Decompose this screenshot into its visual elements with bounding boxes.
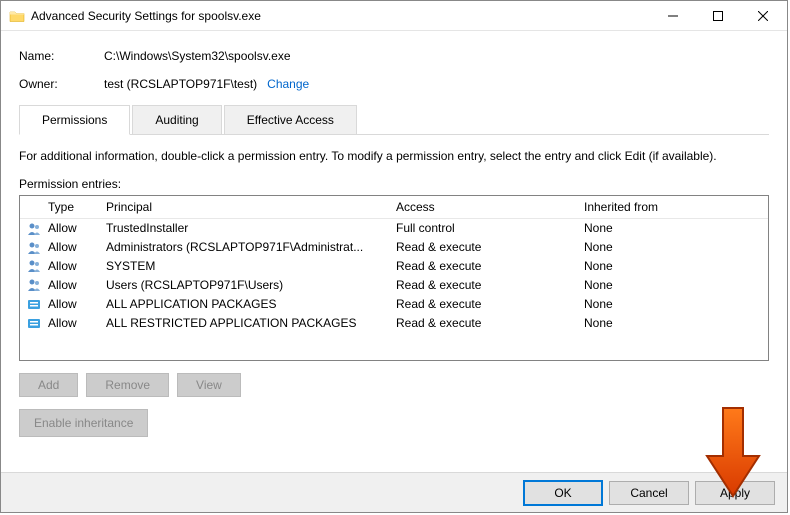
name-value: C:\Windows\System32\spoolsv.exe xyxy=(104,49,769,63)
col-inherited-header[interactable]: Inherited from xyxy=(580,200,768,214)
cancel-button[interactable]: Cancel xyxy=(609,481,689,505)
cell-principal: SYSTEM xyxy=(102,259,392,273)
cell-principal: TrustedInstaller xyxy=(102,221,392,235)
table-row[interactable]: AllowSYSTEMRead & executeNone xyxy=(20,257,768,276)
cell-inherited: None xyxy=(580,278,768,292)
cell-access: Read & execute xyxy=(392,278,580,292)
add-button[interactable]: Add xyxy=(19,373,78,397)
cell-inherited: None xyxy=(580,259,768,273)
cell-principal: Users (RCSLAPTOP971F\Users) xyxy=(102,278,392,292)
tabs: Permissions Auditing Effective Access xyxy=(19,105,769,135)
cell-access: Read & execute xyxy=(392,240,580,254)
tab-permissions[interactable]: Permissions xyxy=(19,105,130,135)
window-title: Advanced Security Settings for spoolsv.e… xyxy=(31,9,650,23)
remove-button[interactable]: Remove xyxy=(86,373,169,397)
folder-icon xyxy=(9,8,25,24)
col-principal-header[interactable]: Principal xyxy=(102,200,392,214)
ok-button[interactable]: OK xyxy=(523,480,603,506)
tab-effective-access[interactable]: Effective Access xyxy=(224,105,357,135)
cell-inherited: None xyxy=(580,297,768,311)
content-area: Name: C:\Windows\System32\spoolsv.exe Ow… xyxy=(1,31,787,437)
cell-type: Allow xyxy=(44,316,102,330)
table-header: Type Principal Access Inherited from xyxy=(20,196,768,219)
maximize-button[interactable] xyxy=(695,1,740,30)
window-controls xyxy=(650,1,785,30)
cell-inherited: None xyxy=(580,240,768,254)
table-row[interactable]: AllowAdministrators (RCSLAPTOP971F\Admin… xyxy=(20,238,768,257)
owner-row: Owner: test (RCSLAPTOP971F\test) Change xyxy=(19,77,769,91)
principal-icon xyxy=(27,278,41,292)
principal-icon xyxy=(27,241,41,255)
close-button[interactable] xyxy=(740,1,785,30)
cell-type: Allow xyxy=(44,259,102,273)
col-type-header[interactable]: Type xyxy=(44,200,102,214)
table-row[interactable]: AllowTrustedInstallerFull controlNone xyxy=(20,219,768,238)
cell-principal: ALL RESTRICTED APPLICATION PACKAGES xyxy=(102,316,392,330)
name-label: Name: xyxy=(19,49,104,63)
cell-type: Allow xyxy=(44,221,102,235)
col-access-header[interactable]: Access xyxy=(392,200,580,214)
dialog-footer: OK Cancel Apply xyxy=(1,472,787,512)
view-button[interactable]: View xyxy=(177,373,241,397)
cell-access: Read & execute xyxy=(392,316,580,330)
table-row[interactable]: AllowALL APPLICATION PACKAGESRead & exec… xyxy=(20,294,768,313)
cell-principal: Administrators (RCSLAPTOP971F\Administra… xyxy=(102,240,392,254)
description-text: For additional information, double-click… xyxy=(19,149,769,163)
change-owner-link[interactable]: Change xyxy=(267,77,309,91)
cell-inherited: None xyxy=(580,221,768,235)
cell-access: Read & execute xyxy=(392,259,580,273)
action-buttons: Add Remove View xyxy=(19,373,769,397)
titlebar: Advanced Security Settings for spoolsv.e… xyxy=(1,1,787,31)
principal-icon xyxy=(27,297,41,311)
owner-value: test (RCSLAPTOP971F\test) xyxy=(104,77,257,91)
name-row: Name: C:\Windows\System32\spoolsv.exe xyxy=(19,49,769,63)
apply-button[interactable]: Apply xyxy=(695,481,775,505)
cell-access: Full control xyxy=(392,221,580,235)
enable-inheritance-button[interactable]: Enable inheritance xyxy=(19,409,148,437)
cell-inherited: None xyxy=(580,316,768,330)
cell-type: Allow xyxy=(44,278,102,292)
table-row[interactable]: AllowUsers (RCSLAPTOP971F\Users)Read & e… xyxy=(20,275,768,294)
entries-label: Permission entries: xyxy=(19,177,769,191)
cell-principal: ALL APPLICATION PACKAGES xyxy=(102,297,392,311)
minimize-button[interactable] xyxy=(650,1,695,30)
principal-icon xyxy=(27,316,41,330)
principal-icon xyxy=(27,259,41,273)
security-settings-window: Advanced Security Settings for spoolsv.e… xyxy=(0,0,788,513)
table-row[interactable]: AllowALL RESTRICTED APPLICATION PACKAGES… xyxy=(20,313,768,332)
principal-icon xyxy=(27,222,41,236)
permissions-table: Type Principal Access Inherited from All… xyxy=(19,195,769,361)
cell-type: Allow xyxy=(44,297,102,311)
cell-type: Allow xyxy=(44,240,102,254)
cell-access: Read & execute xyxy=(392,297,580,311)
owner-label: Owner: xyxy=(19,77,104,91)
enable-inheritance-row: Enable inheritance xyxy=(19,409,769,437)
tab-auditing[interactable]: Auditing xyxy=(132,105,221,135)
